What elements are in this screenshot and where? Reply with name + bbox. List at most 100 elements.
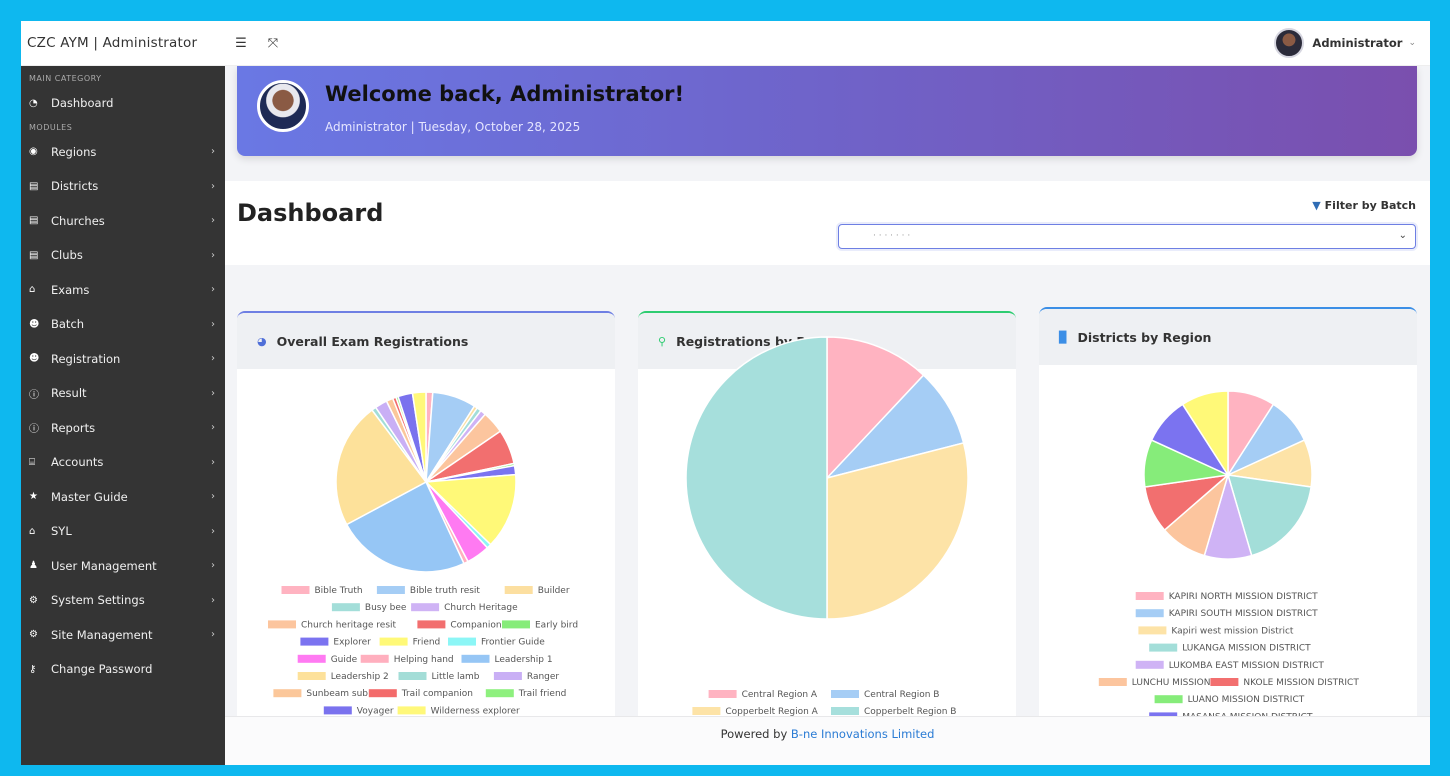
- legend-swatch[interactable]: [1138, 626, 1167, 635]
- legend-swatch[interactable]: [417, 620, 446, 629]
- legend-swatch[interactable]: [268, 620, 296, 629]
- legend-label[interactable]: Trail friend: [518, 689, 567, 699]
- chart-card-exam-registrations: ◕ Overall Exam Registrations Bible Truth…: [237, 311, 615, 726]
- legend-swatch[interactable]: [331, 603, 360, 612]
- legend-label[interactable]: Guide: [331, 655, 358, 665]
- user-menu[interactable]: Administrator ⌄: [1274, 28, 1416, 58]
- sidebar-item-result[interactable]: ⓘ Result ›: [21, 376, 225, 411]
- sidebar-item-master-guide[interactable]: ★ Master Guide ›: [21, 480, 225, 515]
- legend-label[interactable]: Bible truth resit: [410, 586, 481, 596]
- legend-label[interactable]: Kapiri west mission District: [1171, 626, 1294, 636]
- legend-label[interactable]: NKOLE MISSION DISTRICT: [1243, 678, 1359, 688]
- legend-swatch[interactable]: [297, 672, 326, 680]
- legend-label[interactable]: Early bird: [535, 620, 578, 630]
- legend-swatch[interactable]: [398, 672, 427, 680]
- legend-swatch[interactable]: [831, 690, 859, 698]
- sidebar-item-label: Districts: [51, 179, 99, 194]
- footer-link[interactable]: B-ne Innovations Limited: [791, 727, 934, 741]
- legend-swatch[interactable]: [692, 707, 721, 715]
- sidebar-item-exams[interactable]: ⌂ Exams ›: [21, 273, 225, 308]
- legend-label[interactable]: Sunbeam sub: [306, 689, 368, 699]
- legend-label[interactable]: Companion: [450, 620, 501, 630]
- legend-swatch[interactable]: [1098, 678, 1127, 686]
- sidebar-item-registration[interactable]: ☻ Registration ›: [21, 342, 225, 377]
- legend-label[interactable]: Friend: [413, 638, 441, 648]
- legend-label[interactable]: LUNCHU MISSION: [1132, 678, 1211, 688]
- legend-label[interactable]: Leadership 2: [331, 672, 389, 682]
- legend-label[interactable]: Church Heritage: [444, 603, 518, 613]
- legend-label[interactable]: Frontier Guide: [481, 638, 545, 648]
- app-brand[interactable]: CZC AYM | Administrator: [21, 35, 225, 51]
- avatar[interactable]: [1274, 28, 1305, 58]
- sidebar-item-label: User Management: [51, 558, 157, 573]
- sidebar-item-batch[interactable]: ☻ Batch ›: [21, 307, 225, 342]
- legend-label[interactable]: Bible Truth: [315, 586, 363, 596]
- legend-label[interactable]: Helping hand: [394, 655, 454, 665]
- legend-swatch[interactable]: [1135, 592, 1164, 600]
- pie-slice[interactable]: [685, 336, 828, 620]
- legend-label[interactable]: Leadership 1: [495, 655, 553, 665]
- legend-label[interactable]: Central Region B: [864, 690, 939, 700]
- legend-label[interactable]: Voyager: [357, 706, 394, 716]
- sidebar-item-churches[interactable]: ▤ Churches ›: [21, 204, 225, 239]
- pie-chart-registrations-by-region: Central Region A Central Region BCopperbe…: [685, 336, 969, 717]
- legend-swatch[interactable]: [708, 690, 737, 698]
- legend-swatch[interactable]: [504, 586, 533, 594]
- legend-swatch[interactable]: [502, 620, 530, 629]
- legend-label[interactable]: Busy bee: [365, 603, 407, 613]
- legend-label[interactable]: LUKANGA MISSION DISTRICT: [1182, 644, 1311, 654]
- legend-swatch[interactable]: [376, 586, 405, 594]
- sidebar-item-user-management[interactable]: ♟ User Management ›: [21, 549, 225, 584]
- sidebar-item-syl[interactable]: ⌂ SYL ›: [21, 514, 225, 549]
- fullscreen-icon[interactable]: ⤧: [257, 36, 289, 51]
- legend-swatch[interactable]: [300, 637, 329, 646]
- sidebar-item-label: Site Management: [51, 627, 153, 642]
- user-name[interactable]: Administrator: [1312, 36, 1402, 50]
- sidebar-item-regions[interactable]: ◉ Regions ›: [21, 135, 225, 170]
- legend-swatch[interactable]: [1154, 695, 1183, 704]
- legend-swatch[interactable]: [493, 672, 522, 680]
- legend-label[interactable]: Central Region A: [742, 690, 818, 700]
- chevron-down-icon[interactable]: ⌄: [1408, 38, 1416, 48]
- legend-label[interactable]: Little lamb: [432, 672, 480, 682]
- legend-label[interactable]: KAPIRI NORTH MISSION DISTRICT: [1169, 592, 1318, 602]
- legend-label[interactable]: Builder: [538, 586, 570, 596]
- legend-swatch[interactable]: [1210, 678, 1239, 686]
- legend-swatch[interactable]: [273, 689, 302, 698]
- legend-swatch[interactable]: [1149, 643, 1178, 652]
- sidebar-item-system-settings[interactable]: ⚙ System Settings ›: [21, 583, 225, 618]
- legend-swatch[interactable]: [411, 603, 440, 612]
- legend-label[interactable]: Trail companion: [401, 689, 473, 699]
- hamburger-icon[interactable]: ☰: [225, 36, 257, 51]
- legend-swatch[interactable]: [448, 637, 476, 646]
- legend-swatch[interactable]: [1135, 660, 1164, 669]
- legend-swatch[interactable]: [323, 706, 352, 715]
- legend-label[interactable]: LUANO MISSION DISTRICT: [1188, 695, 1305, 705]
- sidebar-item-site-management[interactable]: ⚙ Site Management ›: [21, 618, 225, 653]
- legend-label[interactable]: Wilderness explorer: [431, 706, 520, 716]
- batch-filter-select[interactable]: · · · · · · · ⌄: [838, 224, 1416, 249]
- chart-card-registrations-by-region: ⚲ Registrations by Region Central Region…: [638, 311, 1016, 726]
- legend-swatch[interactable]: [360, 654, 389, 663]
- legend-swatch[interactable]: [461, 654, 490, 663]
- legend-swatch[interactable]: [831, 707, 859, 715]
- legend-swatch[interactable]: [297, 654, 326, 663]
- legend-swatch[interactable]: [485, 689, 514, 698]
- legend-swatch[interactable]: [368, 689, 397, 698]
- legend-label[interactable]: Ranger: [527, 672, 560, 682]
- legend-swatch[interactable]: [379, 637, 408, 646]
- sidebar-item-clubs[interactable]: ▤ Clubs ›: [21, 238, 225, 273]
- legend-swatch[interactable]: [397, 706, 426, 715]
- legend-swatch[interactable]: [281, 586, 310, 594]
- sidebar-item-reports[interactable]: ⓘ Reports ›: [21, 411, 225, 446]
- legend-label[interactable]: Church heritage resit: [301, 620, 397, 630]
- sidebar-item-label: SYL: [51, 524, 72, 539]
- legend-label[interactable]: KAPIRI SOUTH MISSION DISTRICT: [1169, 609, 1318, 619]
- sidebar-item-change-password[interactable]: ⚷ Change Password: [21, 652, 225, 687]
- legend-swatch[interactable]: [1135, 609, 1164, 618]
- sidebar-item-dashboard[interactable]: ◔ Dashboard: [21, 86, 225, 121]
- sidebar-item-districts[interactable]: ▤ Districts ›: [21, 169, 225, 204]
- legend-label[interactable]: Explorer: [333, 638, 371, 648]
- legend-label[interactable]: LUKOMBA EAST MISSION DISTRICT: [1169, 661, 1325, 671]
- sidebar-item-accounts[interactable]: ⌸ Accounts ›: [21, 445, 225, 480]
